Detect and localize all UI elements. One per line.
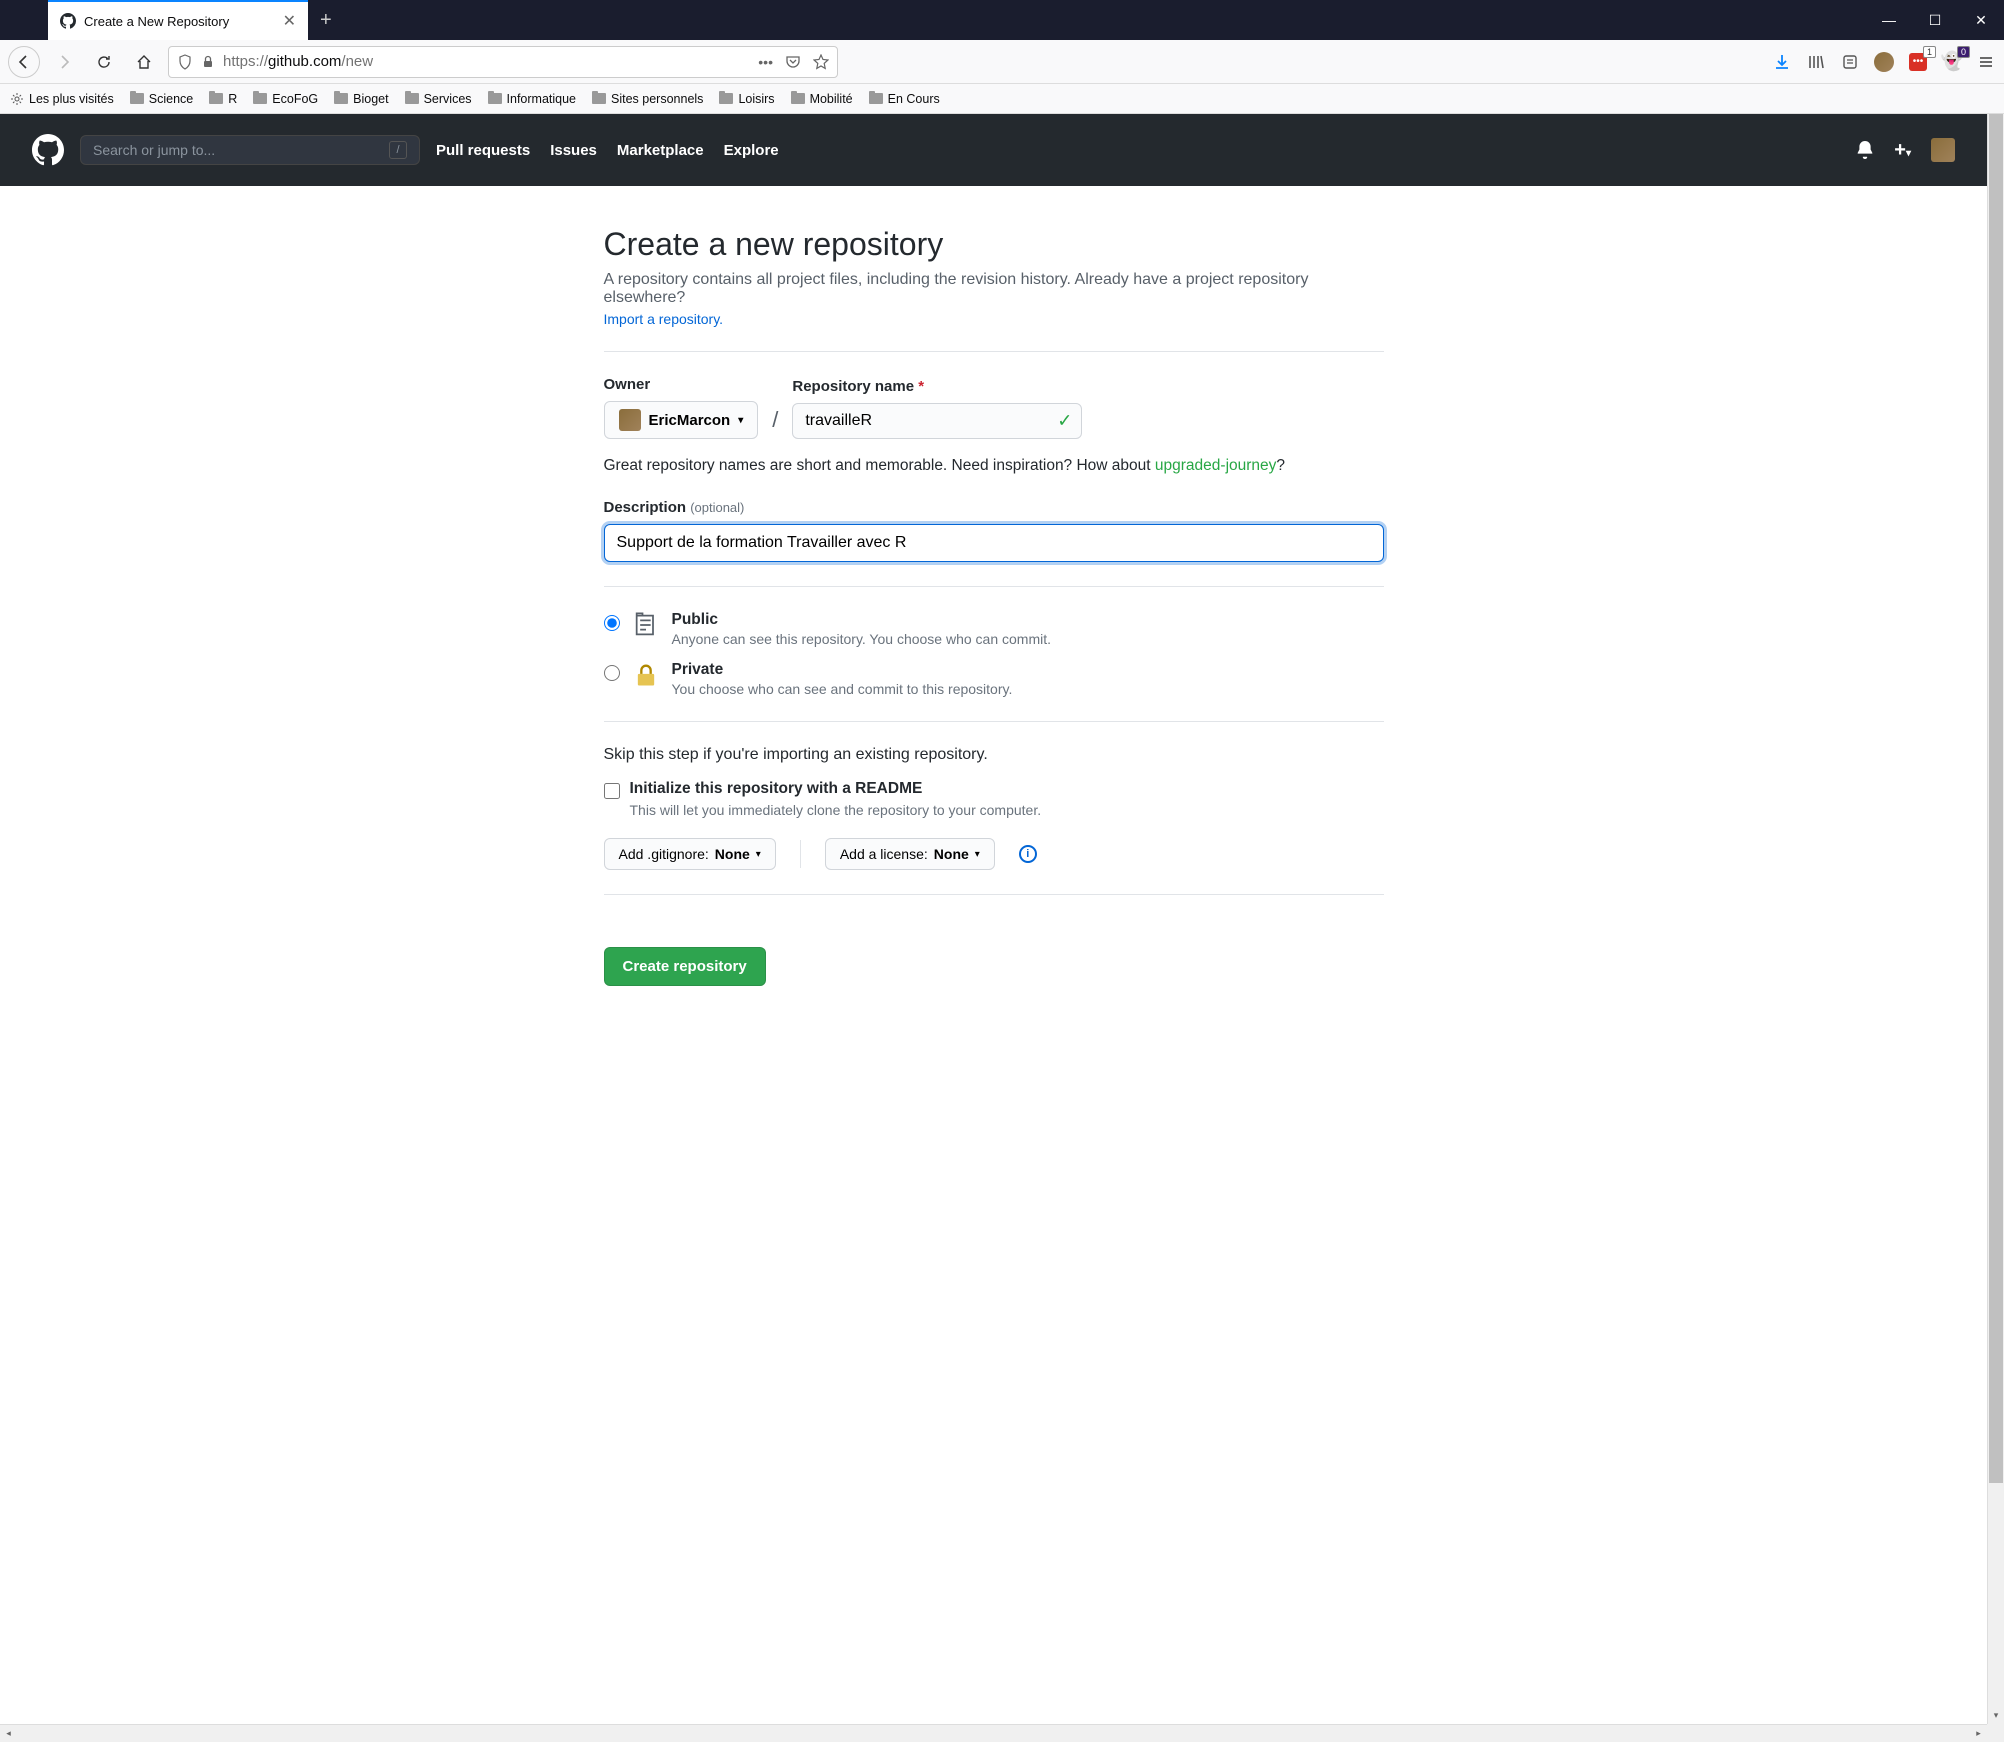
github-logo-icon[interactable] xyxy=(32,134,64,166)
gitignore-dropdown[interactable]: Add .gitignore: None▾ xyxy=(604,838,776,870)
bookmark-folder-science[interactable]: Science xyxy=(130,92,193,106)
new-tab-button[interactable]: + xyxy=(308,0,344,40)
page-subtitle: A repository contains all project files,… xyxy=(604,271,1384,307)
bookmark-folder-bioget[interactable]: Bioget xyxy=(334,92,388,106)
vertical-scrollbar[interactable]: ▴ ▾ xyxy=(1987,114,2004,1724)
bookmark-folder-en-cours[interactable]: En Cours xyxy=(869,92,940,106)
window-controls: — ☐ ✕ xyxy=(1866,0,2004,40)
profile-avatar[interactable] xyxy=(1874,52,1894,72)
maximize-button[interactable]: ☐ xyxy=(1912,0,1958,40)
hamburger-menu-icon[interactable] xyxy=(1976,52,1996,72)
owner-avatar-icon xyxy=(619,409,641,431)
user-avatar[interactable] xyxy=(1931,138,1955,162)
github-favicon xyxy=(60,13,76,29)
close-tab-icon[interactable]: ✕ xyxy=(283,11,296,31)
repo-public-icon xyxy=(632,611,660,639)
pocket-icon[interactable] xyxy=(785,54,801,70)
readme-title: Initialize this repository with a README xyxy=(630,780,1042,798)
close-window-button[interactable]: ✕ xyxy=(1958,0,2004,40)
owner-select-button[interactable]: EricMarcon ▾ xyxy=(604,401,759,439)
readme-desc: This will let you immediately clone the … xyxy=(630,802,1042,818)
page-title: Create a new repository xyxy=(604,226,1384,263)
slash-separator: / xyxy=(772,407,778,439)
nav-explore[interactable]: Explore xyxy=(724,142,779,159)
public-title: Public xyxy=(672,611,1052,629)
license-info-icon[interactable]: i xyxy=(1019,845,1037,863)
shield-icon xyxy=(177,54,193,70)
notifications-bell-icon[interactable] xyxy=(1856,141,1874,159)
repo-name-input[interactable] xyxy=(792,403,1082,439)
github-header: Search or jump to... / Pull requests Iss… xyxy=(0,114,1987,186)
public-desc: Anyone can see this repository. You choo… xyxy=(672,631,1052,647)
minimize-button[interactable]: — xyxy=(1866,0,1912,40)
owner-label: Owner xyxy=(604,376,759,393)
extension-lastpass[interactable]: •••1 xyxy=(1908,52,1928,72)
description-label: Description (optional) xyxy=(604,499,1384,516)
home-button[interactable] xyxy=(128,46,160,78)
skip-text: Skip this step if you're importing an ex… xyxy=(604,746,1384,764)
dropdown-separator xyxy=(800,840,801,868)
main-content: Create a new repository A repository con… xyxy=(584,226,1404,986)
description-input[interactable] xyxy=(604,524,1384,562)
browser-tab[interactable]: Create a New Repository ✕ xyxy=(48,0,308,40)
check-ok-icon: ✓ xyxy=(1057,411,1072,432)
nav-marketplace[interactable]: Marketplace xyxy=(617,142,704,159)
nav-issues[interactable]: Issues xyxy=(550,142,597,159)
repo-name-hint: Great repository names are short and mem… xyxy=(604,457,1384,475)
reload-button[interactable] xyxy=(88,46,120,78)
bookmark-folder-loisirs[interactable]: Loisirs xyxy=(719,92,774,106)
slash-shortcut-icon: / xyxy=(389,141,407,159)
bookmark-folder-services[interactable]: Services xyxy=(405,92,472,106)
bookmark-folder-mobilite[interactable]: Mobilité xyxy=(791,92,853,106)
visibility-private-radio[interactable] xyxy=(604,665,620,681)
scroll-right-arrow[interactable]: ▸ xyxy=(1970,1725,1987,1742)
visibility-public-radio[interactable] xyxy=(604,615,620,631)
create-repository-button[interactable]: Create repository xyxy=(604,947,766,986)
url-text: https://github.com/new xyxy=(223,53,750,70)
chevron-down-icon: ▾ xyxy=(738,415,743,426)
readme-checkbox[interactable] xyxy=(604,783,620,799)
repo-name-label: Repository name * xyxy=(792,378,1082,395)
bookmark-star-icon[interactable] xyxy=(813,54,829,70)
forward-button[interactable] xyxy=(48,46,80,78)
bookmark-folder-r[interactable]: R xyxy=(209,92,237,106)
horizontal-scrollbar[interactable]: ◂ ▸ xyxy=(0,1724,1987,1742)
github-search-input[interactable]: Search or jump to... / xyxy=(80,135,420,165)
private-title: Private xyxy=(672,661,1013,679)
bookmark-folder-sites-personnels[interactable]: Sites personnels xyxy=(592,92,703,106)
create-new-dropdown[interactable]: +▾ xyxy=(1894,139,1911,162)
bookmark-bar: Les plus visités Science R EcoFoG Bioget… xyxy=(0,84,2004,114)
reader-icon[interactable] xyxy=(1840,52,1860,72)
extension-ghostery[interactable]: 👻0 xyxy=(1942,52,1962,72)
nav-pull-requests[interactable]: Pull requests xyxy=(436,142,530,159)
scroll-corner xyxy=(1987,1724,2004,1742)
private-desc: You choose who can see and commit to thi… xyxy=(672,681,1013,697)
urlbar-row: https://github.com/new ••• •••1 👻0 xyxy=(0,40,2004,84)
most-visited-bookmark[interactable]: Les plus visités xyxy=(10,92,114,106)
import-repository-link[interactable]: Import a repository. xyxy=(604,311,724,327)
vertical-scroll-thumb[interactable] xyxy=(1989,114,2003,1483)
owner-name: EricMarcon xyxy=(649,412,731,429)
bookmark-folder-informatique[interactable]: Informatique xyxy=(488,92,576,106)
lock-icon xyxy=(201,55,215,69)
license-dropdown[interactable]: Add a license: None▾ xyxy=(825,838,995,870)
page-actions-icon[interactable]: ••• xyxy=(758,54,773,70)
bookmark-folder-ecofog[interactable]: EcoFoG xyxy=(253,92,318,106)
browser-tab-bar: Create a New Repository ✕ + — ☐ ✕ xyxy=(0,0,2004,40)
url-bar[interactable]: https://github.com/new ••• xyxy=(168,46,838,78)
downloads-icon[interactable] xyxy=(1772,52,1792,72)
library-icon[interactable] xyxy=(1806,52,1826,72)
back-button[interactable] xyxy=(8,46,40,78)
tab-title: Create a New Repository xyxy=(84,14,275,29)
repo-private-lock-icon xyxy=(632,661,660,689)
gear-icon xyxy=(10,92,24,106)
scroll-left-arrow[interactable]: ◂ xyxy=(0,1725,17,1742)
suggested-name-link[interactable]: upgraded-journey xyxy=(1155,457,1277,474)
scroll-down-arrow[interactable]: ▾ xyxy=(1988,1707,2004,1724)
